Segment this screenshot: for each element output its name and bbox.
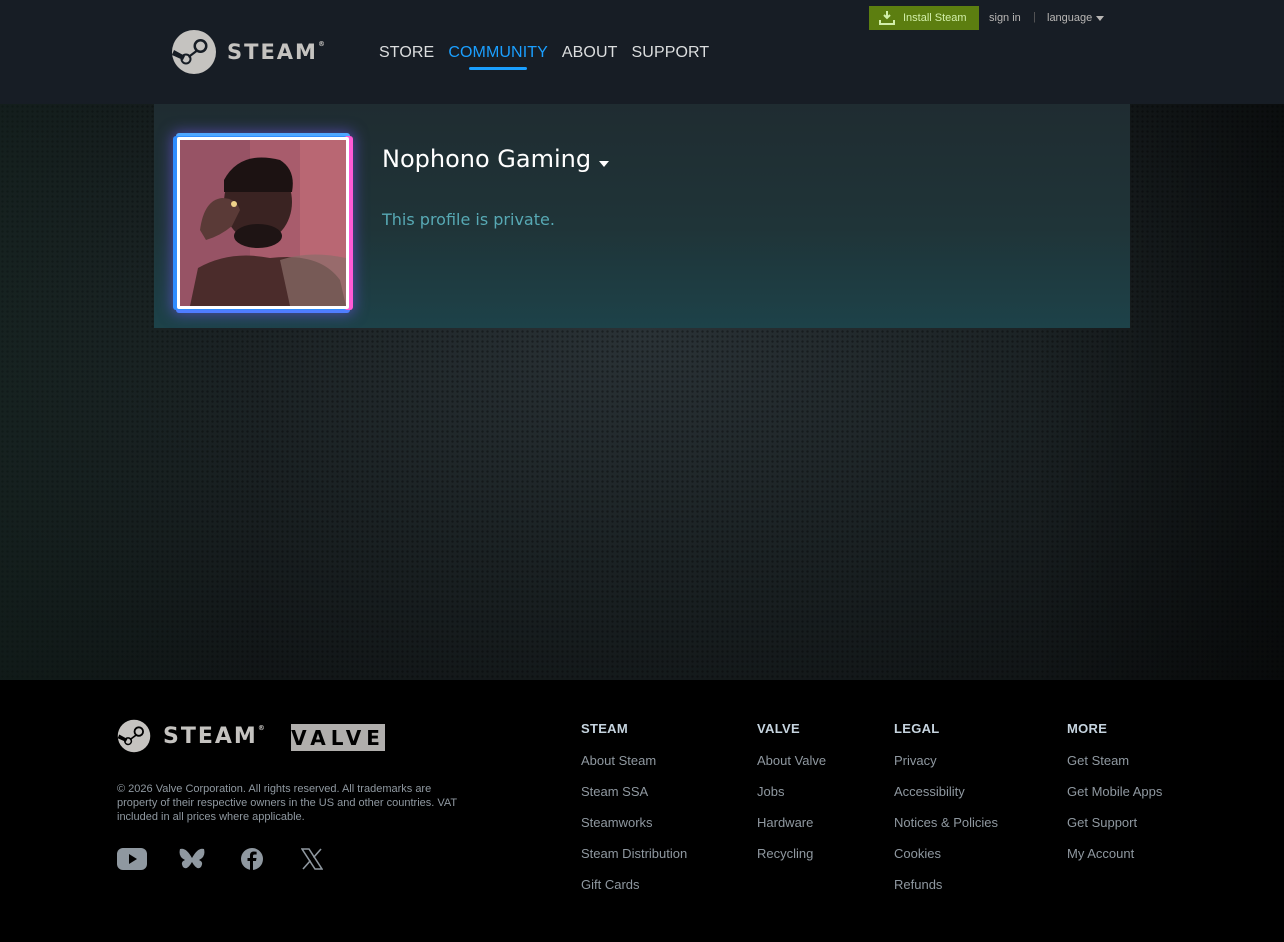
language-dropdown[interactable]: language bbox=[1047, 12, 1105, 24]
footer-steam-logo[interactable]: STEAM® bbox=[117, 719, 267, 753]
social-links bbox=[117, 847, 327, 871]
footer-link-steam-distribution[interactable]: Steam Distribution bbox=[581, 846, 687, 861]
footer-link-refunds[interactable]: Refunds bbox=[894, 877, 998, 892]
language-label: language bbox=[1047, 12, 1093, 24]
persona-name: Nophono Gaming bbox=[382, 145, 592, 173]
footer-link-jobs[interactable]: Jobs bbox=[757, 784, 826, 799]
footer-link-about-valve[interactable]: About Valve bbox=[757, 753, 826, 768]
footer: STEAM® VALVE © 2026 Valve Corporation. A… bbox=[0, 680, 1284, 942]
header-separator: | bbox=[1033, 11, 1036, 23]
chevron-down-icon bbox=[1096, 15, 1105, 21]
steam-logo[interactable]: STEAM® bbox=[171, 29, 327, 75]
download-icon bbox=[879, 11, 895, 25]
x-icon[interactable] bbox=[297, 847, 327, 871]
footer-link-privacy[interactable]: Privacy bbox=[894, 753, 998, 768]
footer-link-recycling[interactable]: Recycling bbox=[757, 846, 826, 861]
install-steam-label: Install Steam bbox=[903, 12, 967, 24]
steam-logo-text: STEAM® bbox=[227, 40, 327, 64]
footer-col-title: MORE bbox=[1067, 721, 1108, 736]
nav-community[interactable]: Community bbox=[448, 44, 548, 70]
footer-link-steamworks[interactable]: Steamworks bbox=[581, 815, 687, 830]
nav-support[interactable]: Support bbox=[632, 44, 710, 68]
nav-about[interactable]: About bbox=[562, 44, 618, 68]
valve-logo[interactable]: VALVE bbox=[291, 724, 385, 751]
facebook-icon[interactable] bbox=[237, 847, 267, 871]
footer-link-about-steam[interactable]: About Steam bbox=[581, 753, 687, 768]
footer-link-hardware[interactable]: Hardware bbox=[757, 815, 826, 830]
chevron-down-icon bbox=[599, 161, 610, 167]
footer-link-cookies[interactable]: Cookies bbox=[894, 846, 998, 861]
footer-col-more: MORE Get Steam Get Mobile Apps Get Suppo… bbox=[1067, 721, 1162, 877]
footer-link-gift-cards[interactable]: Gift Cards bbox=[581, 877, 687, 892]
steam-logo-icon bbox=[172, 30, 216, 74]
footer-link-steam-ssa[interactable]: Steam SSA bbox=[581, 784, 687, 799]
nav-store[interactable]: Store bbox=[379, 44, 434, 68]
footer-col-steam: STEAM About Steam Steam SSA Steamworks S… bbox=[581, 721, 687, 908]
footer-col-title: VALVE bbox=[757, 721, 800, 736]
footer-link-accessibility[interactable]: Accessibility bbox=[894, 784, 998, 799]
footer-steam-logo-text: STEAM® bbox=[163, 723, 267, 749]
footer-link-get-mobile-apps[interactable]: Get Mobile Apps bbox=[1067, 784, 1162, 799]
global-header: STEAM® Store Community About Support Ins… bbox=[0, 0, 1284, 104]
persona-name-dropdown[interactable]: Nophono Gaming bbox=[382, 145, 610, 173]
main-nav: Store Community About Support bbox=[379, 44, 710, 70]
footer-col-title: LEGAL bbox=[894, 721, 940, 736]
youtube-icon[interactable] bbox=[117, 847, 147, 871]
private-profile-message: This profile is private. bbox=[382, 210, 555, 229]
bluesky-icon[interactable] bbox=[177, 847, 207, 871]
avatar[interactable] bbox=[180, 140, 346, 306]
footer-link-notices-policies[interactable]: Notices & Policies bbox=[894, 815, 998, 830]
avatar-frame bbox=[177, 137, 349, 309]
footer-link-get-steam[interactable]: Get Steam bbox=[1067, 753, 1162, 768]
copyright-text: © 2026 Valve Corporation. All rights res… bbox=[117, 783, 457, 823]
sign-in-link[interactable]: sign in bbox=[989, 12, 1021, 24]
profile-header: Nophono Gaming This profile is private. bbox=[154, 104, 1130, 328]
install-steam-button[interactable]: Install Steam bbox=[869, 6, 979, 30]
footer-link-my-account[interactable]: My Account bbox=[1067, 846, 1162, 861]
footer-col-valve: VALVE About Valve Jobs Hardware Recyclin… bbox=[757, 721, 826, 877]
footer-link-get-support[interactable]: Get Support bbox=[1067, 815, 1162, 830]
footer-col-legal: LEGAL Privacy Accessibility Notices & Po… bbox=[894, 721, 998, 908]
footer-col-title: STEAM bbox=[581, 721, 628, 736]
steam-logo-icon bbox=[117, 719, 151, 753]
